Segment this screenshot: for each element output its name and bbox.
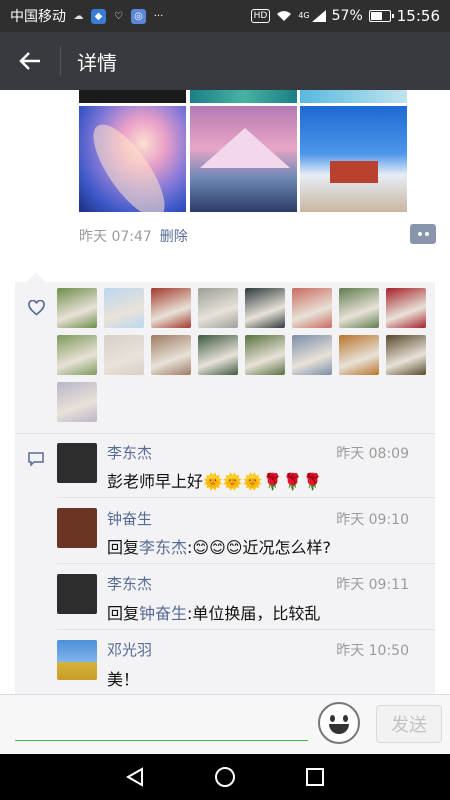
comment-text: 美！ <box>107 666 139 690</box>
more-dots-icon <box>424 232 429 236</box>
nav-recents-button[interactable] <box>295 757 335 797</box>
back-button[interactable] <box>0 32 60 90</box>
comment-text: 回复钟奋生:单位换届，比较乱 <box>107 600 320 624</box>
like-avatar-8[interactable] <box>386 288 426 328</box>
like-avatar-11[interactable] <box>151 335 191 375</box>
comment-author[interactable]: 邓光羽 <box>107 639 152 660</box>
comment-avatar[interactable] <box>57 640 97 680</box>
like-avatar-1[interactable] <box>57 288 97 328</box>
wifi-icon <box>277 11 292 21</box>
like-avatar-14[interactable] <box>292 335 332 375</box>
back-arrow-icon <box>19 52 40 70</box>
like-avatar-12[interactable] <box>198 335 238 375</box>
signal-icon <box>311 10 326 22</box>
comment-avatar[interactable] <box>57 508 97 548</box>
page-title: 详情 <box>77 50 117 75</box>
comment-divider <box>57 629 435 630</box>
cloud-icon: ☁ <box>73 10 84 22</box>
nav-back-button[interactable] <box>115 757 155 797</box>
panel-arrow <box>27 272 45 282</box>
nav-home-button[interactable] <box>205 757 245 797</box>
comment-body: :单位换届，比较乱 <box>187 604 321 623</box>
like-avatar-6[interactable] <box>292 288 332 328</box>
like-avatar-16[interactable] <box>386 335 426 375</box>
panel-divider <box>15 433 435 434</box>
comment-icon <box>28 452 44 467</box>
shield-icon: ♡ <box>114 10 123 22</box>
like-avatar-7[interactable] <box>339 288 379 328</box>
post-time: 昨天 07:47 <box>79 229 152 245</box>
notification-icon: ◎ <box>131 8 146 24</box>
comment-body: 美！ <box>107 670 140 689</box>
recents-square-icon <box>306 768 324 786</box>
system-nav-bar <box>0 754 450 800</box>
comment-text: 彭老师早上好🌞🌞🌞🌹🌹🌹 <box>107 468 323 492</box>
carrier-label: 中国移动 <box>10 9 66 25</box>
back-triangle-icon <box>126 767 143 787</box>
comment-time: 昨天 08:09 <box>336 446 409 462</box>
like-avatar-2[interactable] <box>104 288 144 328</box>
like-avatar-5[interactable] <box>245 288 285 328</box>
like-avatar-9[interactable] <box>57 335 97 375</box>
battery-percent: 57% <box>331 8 363 24</box>
input-bar: 发送 <box>0 694 450 754</box>
reply-prefix: 回复 <box>107 604 140 623</box>
app-icon: ◆ <box>91 8 106 24</box>
reply-target[interactable]: 钟奋生 <box>139 604 187 623</box>
status-bar: 中国移动 ☁ ◆ ♡ ◎ ··· HD 4G 57% 15:56 <box>0 0 450 32</box>
photo-top-1[interactable] <box>79 90 186 103</box>
comment-time: 昨天 09:11 <box>336 577 409 593</box>
comment-author[interactable]: 钟奋生 <box>107 508 152 529</box>
comment-time: 昨天 10:50 <box>336 643 409 659</box>
more-dots-icon <box>417 232 422 236</box>
comment-author[interactable]: 李东杰 <box>107 573 152 594</box>
like-avatar-15[interactable] <box>339 335 379 375</box>
comment-author[interactable]: 李东杰 <box>107 442 152 463</box>
like-avatar-4[interactable] <box>198 288 238 328</box>
heart-icon <box>28 300 45 316</box>
like-avatar-10[interactable] <box>104 335 144 375</box>
hd-badge: HD <box>250 9 271 23</box>
reply-target[interactable]: 李东杰 <box>139 538 187 557</box>
clock: 15:56 <box>396 7 440 25</box>
comment-body: 彭老师早上好🌞🌞🌞🌹🌹🌹 <box>107 472 323 491</box>
photo-top-2[interactable] <box>190 90 297 103</box>
photo-top-3[interactable] <box>300 90 407 103</box>
comment-text: 回复李东杰:😊😊😊近况怎么样? <box>107 534 331 558</box>
comment-avatar[interactable] <box>57 574 97 614</box>
title-bar: 详情 <box>0 32 450 90</box>
battery-icon <box>368 10 394 22</box>
comment-divider <box>57 497 435 498</box>
comment-action-button[interactable] <box>410 224 436 244</box>
network-label: 4G <box>298 11 310 20</box>
photo-aurora[interactable] <box>79 106 186 212</box>
home-circle-icon <box>215 767 235 787</box>
delete-link[interactable]: 删除 <box>160 226 188 246</box>
more-icon: ··· <box>153 10 164 22</box>
comment-body: :😊😊😊近况怎么样? <box>187 538 331 557</box>
emoji-icon <box>329 724 349 734</box>
post-meta: 昨天 07:47 删除 <box>79 226 188 246</box>
comment-divider <box>57 563 435 564</box>
send-button[interactable]: 发送 <box>376 705 442 743</box>
like-avatar-13[interactable] <box>245 335 285 375</box>
like-avatar-17[interactable] <box>57 382 97 422</box>
comment-time: 昨天 09:10 <box>336 512 409 528</box>
like-avatar-3[interactable] <box>151 288 191 328</box>
comment-avatar[interactable] <box>57 443 97 483</box>
photo-snow-mountain[interactable] <box>190 106 297 212</box>
comment-input[interactable] <box>15 709 308 741</box>
emoji-button[interactable] <box>318 702 360 744</box>
reply-prefix: 回复 <box>107 538 140 557</box>
photo-tibet-palace[interactable] <box>300 106 407 212</box>
